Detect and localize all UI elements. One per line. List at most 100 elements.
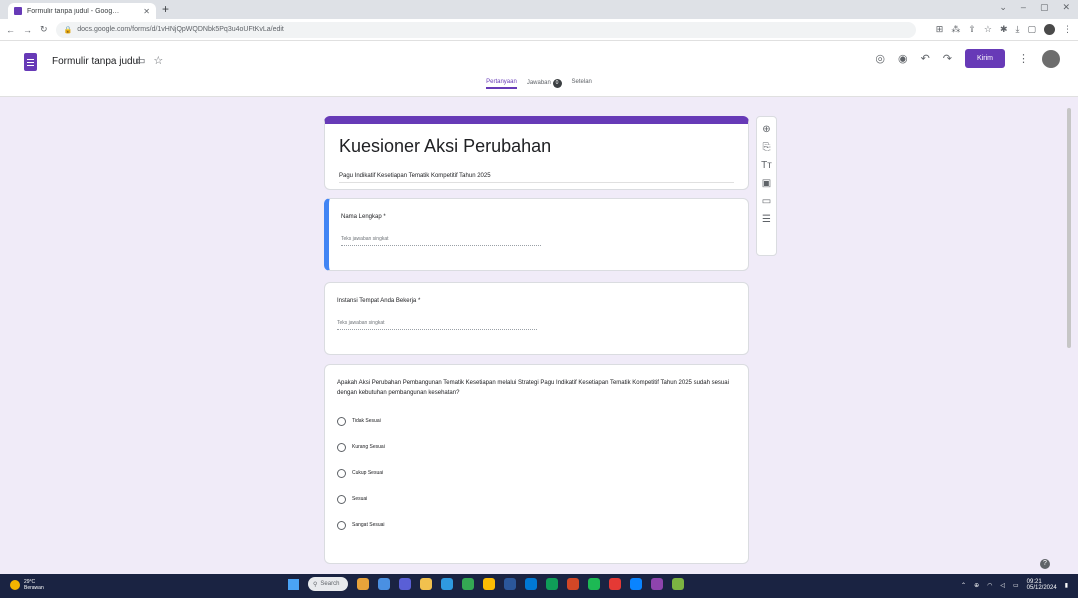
misc-app-icon[interactable] <box>672 578 684 590</box>
share-icon[interactable]: ⇪ <box>968 24 976 35</box>
forms-header: Formulir tanpa judul ▭ ☆ ◎ ◉ ↶ ↷ Kirim ⋮… <box>0 41 1078 97</box>
tab-responses[interactable]: Jawaban 0 <box>527 79 562 89</box>
preview-eye-icon[interactable]: ◉ <box>898 52 908 65</box>
language-icon[interactable]: ⊕ <box>974 582 979 589</box>
browser-toolbar: ← → ↻ 🔒 docs.google.com/forms/d/1vHNjQpW… <box>0 19 1078 41</box>
browser-menu-icon[interactable]: ⋮ <box>1063 24 1072 35</box>
wifi-icon[interactable]: ◠ <box>987 582 992 589</box>
system-tray: ⌃ ⊕ ◠ ◁ ▭ 09:21 05/12/2024 ▮ <box>961 579 1068 591</box>
radio-option[interactable]: Sangat Sesuai <box>337 512 748 538</box>
radio-option[interactable]: Kurang Sesuai <box>337 434 748 460</box>
widgets-app-icon[interactable] <box>357 578 369 590</box>
radio-icon[interactable] <box>337 520 346 530</box>
bookmark-star-icon[interactable]: ☆ <box>984 24 992 35</box>
form-title-card[interactable]: Kuesioner Aksi Perubahan Pagu Indikatif … <box>324 116 749 190</box>
question-card-name[interactable]: Nama Lengkap * Teks jawaban singkat <box>324 198 749 271</box>
option-label: Sangat Sesuai <box>352 522 385 528</box>
window-controls: ⌄ – ▢ ✕ <box>999 2 1070 13</box>
powerpoint-app-icon[interactable] <box>567 578 579 590</box>
form-title[interactable]: Kuesioner Aksi Perubahan <box>339 136 748 157</box>
clock[interactable]: 09:21 05/12/2024 <box>1027 579 1057 591</box>
chevron-down-icon[interactable]: ⌄ <box>999 2 1007 13</box>
tray-chevron-icon[interactable]: ⌃ <box>961 582 966 589</box>
radio-option[interactable]: Cukup Sesuai <box>337 460 748 486</box>
browser-tab-strip: Formulir tanpa judul - Goog… ✕ + ⌄ – ▢ ✕ <box>0 0 1078 19</box>
radio-icon[interactable] <box>337 494 346 504</box>
import-questions-icon[interactable]: ⎘ <box>763 142 771 153</box>
add-video-icon[interactable]: ▭ <box>762 196 771 207</box>
weather-desc: Berawan <box>24 585 44 591</box>
word-app-icon[interactable] <box>504 578 516 590</box>
form-description[interactable]: Pagu Indikatif Kesetiapan Tematik Kompet… <box>339 173 734 183</box>
zoom-app-icon[interactable] <box>630 578 642 590</box>
radio-option[interactable]: Tidak Sesuai <box>337 408 748 434</box>
question-card-institution[interactable]: Instansi Tempat Anda Bekerja * Teks jawa… <box>324 282 749 355</box>
help-icon[interactable]: ? <box>1040 559 1050 569</box>
volume-icon[interactable]: ◁ <box>1000 582 1005 589</box>
minimize-icon[interactable]: – <box>1021 2 1026 13</box>
profile-avatar[interactable] <box>1044 24 1055 35</box>
google-forms-logo-icon[interactable] <box>24 53 37 71</box>
clock-date: 05/12/2024 <box>1026 585 1057 591</box>
whatsapp-app-icon[interactable] <box>588 578 600 590</box>
weather-icon <box>10 580 20 590</box>
back-icon[interactable]: ← <box>6 25 15 35</box>
new-tab-icon[interactable]: + <box>162 2 169 16</box>
radio-icon[interactable] <box>337 468 346 478</box>
install-icon[interactable]: ⊞ <box>936 24 944 35</box>
option-label: Cukup Sesuai <box>352 470 384 476</box>
extension-icons: ⊞ ⁂ ⇪ ☆ ✱ ⤓ ▢ ⋮ <box>936 24 1072 35</box>
radio-option[interactable]: Sesuai <box>337 486 748 512</box>
tab-title: Formulir tanpa judul - Goog… <box>27 7 120 15</box>
task-view-icon[interactable] <box>378 578 390 590</box>
browser-tab[interactable]: Formulir tanpa judul - Goog… ✕ <box>8 3 156 19</box>
chrome-profile-app-icon[interactable] <box>483 578 495 590</box>
file-explorer-icon[interactable] <box>420 578 432 590</box>
undo-icon[interactable]: ↶ <box>921 52 930 65</box>
tab-settings[interactable]: Setelan <box>572 79 592 89</box>
palette-icon[interactable]: ◎ <box>875 52 885 65</box>
add-title-icon[interactable]: Tт <box>761 160 772 171</box>
lock-icon: 🔒 <box>63 26 73 34</box>
question-label: Nama Lengkap * <box>341 214 386 220</box>
windows-start-icon[interactable] <box>288 578 299 590</box>
url-text: docs.google.com/forms/d/1vHNjQpWQDNbk5Pq… <box>77 26 284 33</box>
excel-app-icon[interactable] <box>546 578 558 590</box>
redo-icon[interactable]: ↷ <box>943 52 952 65</box>
weather-widget[interactable]: 29°C Berawan <box>10 579 44 591</box>
forms-tabs: Pertanyaan Jawaban 0 Setelan <box>0 79 1078 89</box>
chrome-app-icon[interactable] <box>462 578 474 590</box>
taskbar-search[interactable]: ⚲ Search <box>308 577 348 591</box>
extensions-puzzle-icon[interactable]: ✱ <box>1000 24 1008 35</box>
close-window-icon[interactable]: ✕ <box>1062 2 1070 13</box>
tab-questions[interactable]: Pertanyaan <box>486 79 517 89</box>
maximize-icon[interactable]: ▢ <box>1040 2 1049 13</box>
battery-icon[interactable]: ▭ <box>1013 582 1019 589</box>
page-scrollbar[interactable] <box>1067 108 1071 348</box>
translate-icon[interactable]: ⁂ <box>951 24 960 35</box>
add-image-icon[interactable]: ▣ <box>762 178 771 189</box>
add-section-icon[interactable]: ☰ <box>762 214 771 225</box>
document-title[interactable]: Formulir tanpa judul <box>52 56 140 67</box>
send-button[interactable]: Kirim <box>965 49 1005 68</box>
forward-icon[interactable]: → <box>23 25 32 35</box>
reload-icon[interactable]: ↻ <box>40 24 48 35</box>
edge-app-icon[interactable] <box>441 578 453 590</box>
close-tab-icon[interactable]: ✕ <box>143 7 150 16</box>
sidepanel-icon[interactable]: ▢ <box>1027 24 1036 35</box>
radio-icon[interactable] <box>337 442 346 452</box>
address-bar[interactable]: 🔒 docs.google.com/forms/d/1vHNjQpWQDNbk5… <box>55 21 916 38</box>
teams-app-icon[interactable] <box>399 578 411 590</box>
more-options-icon[interactable]: ⋮ <box>1018 52 1029 65</box>
account-avatar[interactable] <box>1042 49 1060 68</box>
download-icon[interactable]: ⤓ <box>1016 24 1020 35</box>
notification-icon[interactable]: ▮ <box>1065 582 1068 589</box>
photos-app-icon[interactable] <box>651 578 663 590</box>
add-question-icon[interactable]: ⊕ <box>762 124 770 135</box>
star-icon[interactable]: ☆ <box>153 54 163 67</box>
move-folder-icon[interactable]: ▭ <box>135 54 145 67</box>
question-card-suitability[interactable]: Apakah Aksi Perubahan Pembangunan Temati… <box>324 364 749 564</box>
store-app-icon[interactable] <box>525 578 537 590</box>
radio-icon[interactable] <box>337 416 346 426</box>
media-app-icon[interactable] <box>609 578 621 590</box>
